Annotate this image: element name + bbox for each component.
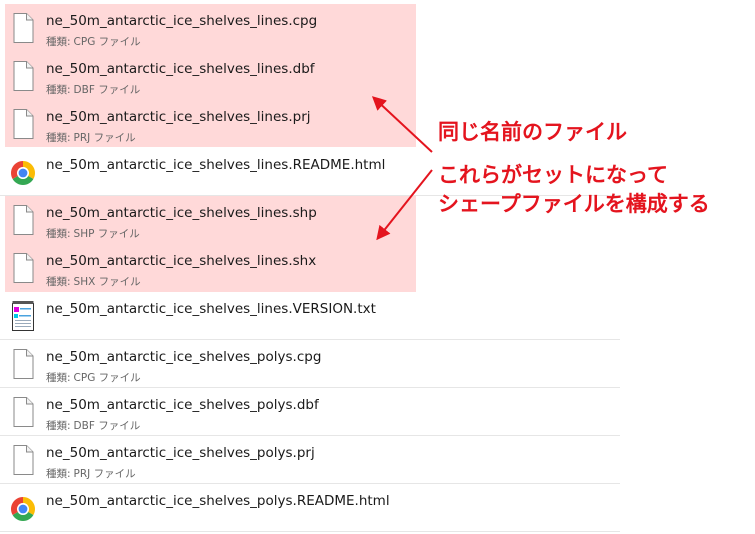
annotation-arrows	[371, 96, 433, 241]
arrow-upper	[371, 96, 433, 153]
arrow-lower	[376, 169, 433, 241]
